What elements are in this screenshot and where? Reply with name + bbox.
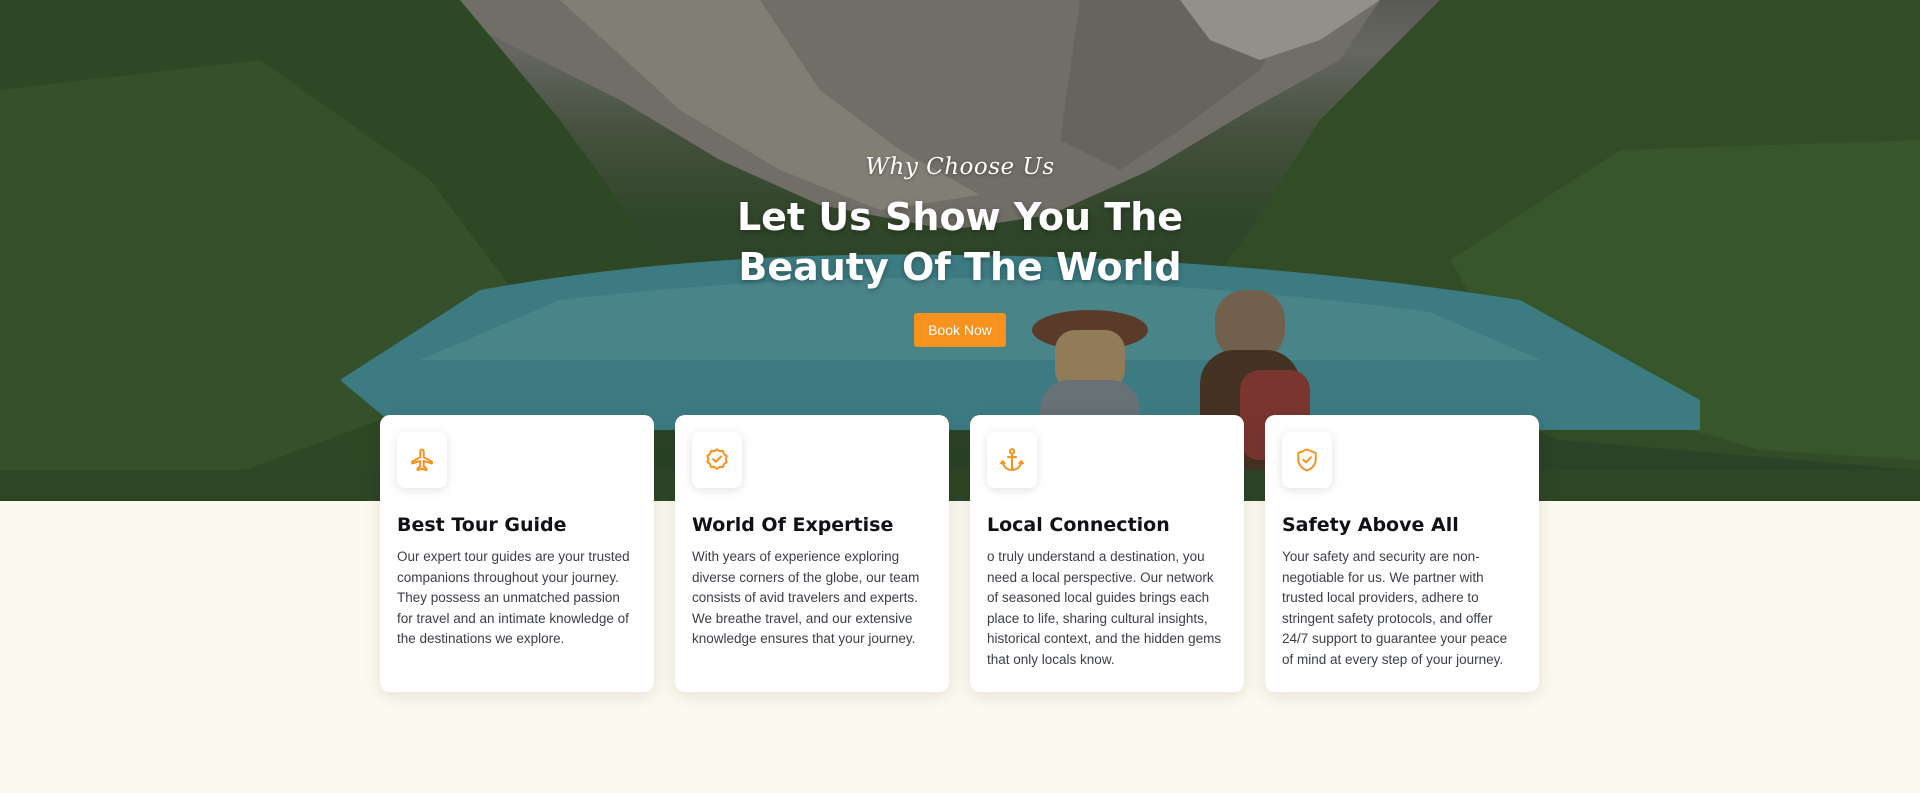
card-title: Best Tour Guide — [397, 514, 567, 536]
card-title: Safety Above All — [1282, 514, 1459, 536]
card-title: Local Connection — [987, 514, 1170, 536]
shield-check-icon — [1282, 432, 1332, 488]
page: Why Choose Us Let Us Show You The Beauty… — [0, 0, 1920, 793]
feature-card-local-connection: Local Connection o truly understand a de… — [970, 415, 1244, 692]
section-eyebrow: Why Choose Us — [865, 154, 1055, 180]
card-description: With years of experience exploring diver… — [692, 549, 920, 646]
feature-card-best-tour-guide: Best Tour Guide Our expert tour guides a… — [380, 415, 654, 692]
card-description: Your safety and security are non-negotia… — [1282, 549, 1508, 667]
feature-cards: Best Tour Guide Our expert tour guides a… — [380, 415, 1542, 692]
card-description: Our expert tour guides are your trusted … — [397, 549, 630, 646]
feature-card-world-of-expertise: World Of Expertise With years of experie… — [675, 415, 949, 692]
hero-content: Why Choose Us Let Us Show You The Beauty… — [0, 150, 1920, 347]
airplane-icon — [397, 432, 447, 488]
feature-card-safety-above-all: Safety Above All Your safety and securit… — [1265, 415, 1539, 692]
badge-check-icon — [692, 432, 742, 488]
hero-title: Let Us Show You The Beauty Of The World — [736, 195, 1184, 289]
book-now-button[interactable]: Book Now — [914, 313, 1006, 347]
anchor-icon — [987, 432, 1037, 488]
card-title: World Of Expertise — [692, 514, 894, 536]
card-description: o truly understand a destination, you ne… — [987, 549, 1222, 667]
